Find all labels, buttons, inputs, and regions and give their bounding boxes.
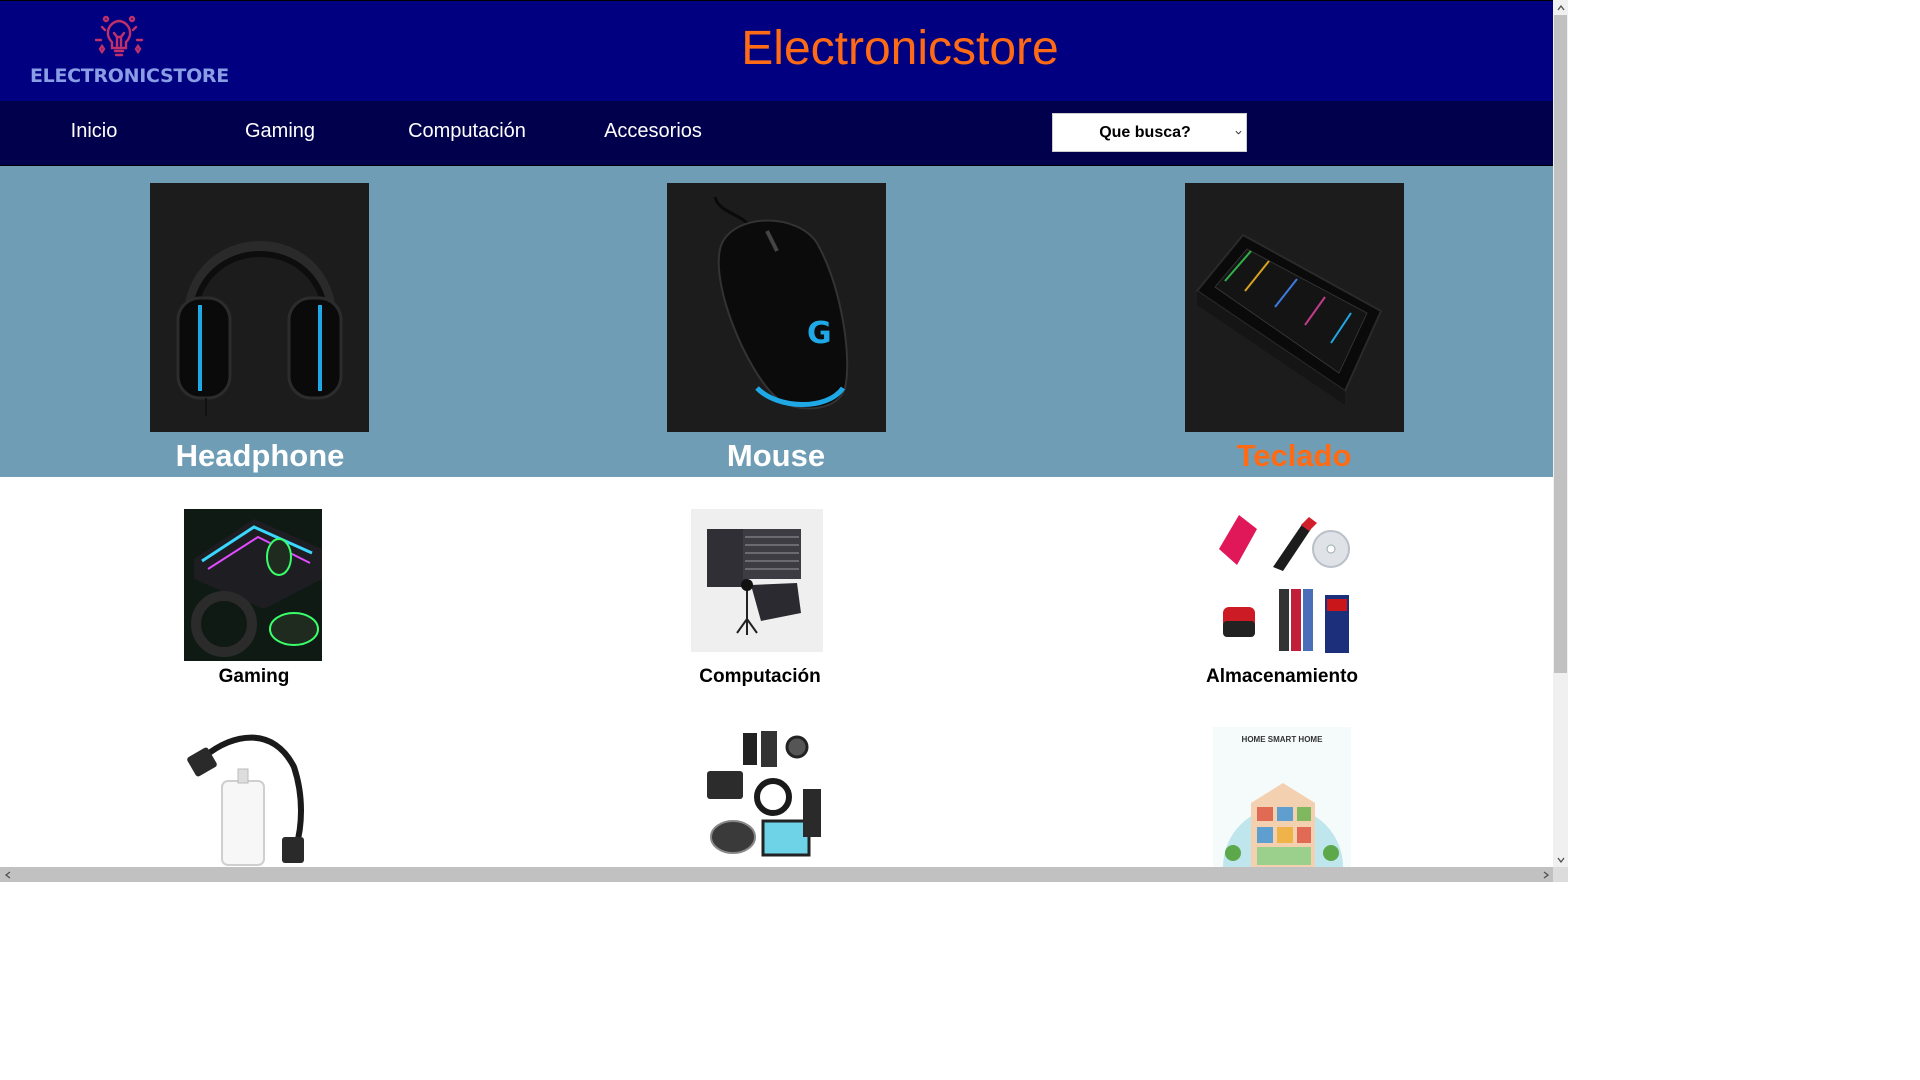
- nav-item-gaming[interactable]: Gaming: [216, 101, 344, 165]
- nav-item-computacion[interactable]: Computación: [397, 101, 537, 165]
- svg-text:G: G: [807, 316, 832, 351]
- hero-label-teclado[interactable]: Teclado: [1114, 436, 1474, 476]
- site-logo[interactable]: ELECTRONICSTORE: [30, 11, 229, 93]
- hero-label-headphone[interactable]: Headphone: [80, 436, 440, 476]
- smart-home-image: HOME SMART HOME: [1213, 727, 1351, 867]
- logo-text: ELECTRONICSTORE: [30, 65, 229, 87]
- almacenamiento-image: [1213, 509, 1351, 661]
- electronics-image: [703, 727, 841, 867]
- computacion-image: [691, 509, 823, 652]
- featured-products: Headphone G Mouse Teclado: [0, 166, 1553, 477]
- category-label-gaming: Gaming: [218, 666, 290, 687]
- nav-item-inicio[interactable]: Inicio: [30, 101, 158, 165]
- scrollbar-corner: [1553, 867, 1568, 882]
- lightbulb-icon: [94, 15, 144, 57]
- search-select[interactable]: Que busca?: [1052, 113, 1247, 152]
- horizontal-scrollbar[interactable]: [0, 867, 1553, 882]
- headphone-card[interactable]: [150, 183, 369, 432]
- nav-item-accesorios[interactable]: Accesorios: [590, 101, 716, 165]
- headphone-icon: [176, 241, 343, 416]
- chevron-down-icon: [1235, 130, 1242, 135]
- category-label-computacion: Computación: [699, 666, 821, 687]
- scroll-down-icon[interactable]: [1553, 852, 1568, 867]
- site-header: ELECTRONICSTORE Electronicstore: [0, 0, 1553, 101]
- scroll-up-icon[interactable]: [1553, 0, 1568, 15]
- smart-home-caption: HOME SMART HOME: [1242, 735, 1324, 744]
- gaming-image: [184, 509, 322, 661]
- category-label-almacenamiento: Almacenamiento: [1205, 666, 1359, 687]
- main-nav: Inicio Gaming Computación Accesorios Que…: [0, 101, 1553, 166]
- vertical-scroll-thumb[interactable]: [1554, 15, 1567, 673]
- page: ELECTRONICSTORE Electronicstore Inicio G…: [0, 0, 1553, 867]
- mouse-icon: G: [713, 196, 849, 410]
- site-title: Electronicstore: [741, 22, 1059, 75]
- mouse-card[interactable]: G: [667, 183, 886, 432]
- hero-label-mouse[interactable]: Mouse: [596, 436, 956, 476]
- keyboard-card[interactable]: [1185, 183, 1404, 432]
- keyboard-icon: [1195, 233, 1383, 405]
- adapter-image: [184, 727, 322, 867]
- scroll-right-icon[interactable]: [1538, 867, 1553, 882]
- search-select-value: Que busca?: [1099, 124, 1191, 141]
- scroll-left-icon[interactable]: [0, 867, 15, 882]
